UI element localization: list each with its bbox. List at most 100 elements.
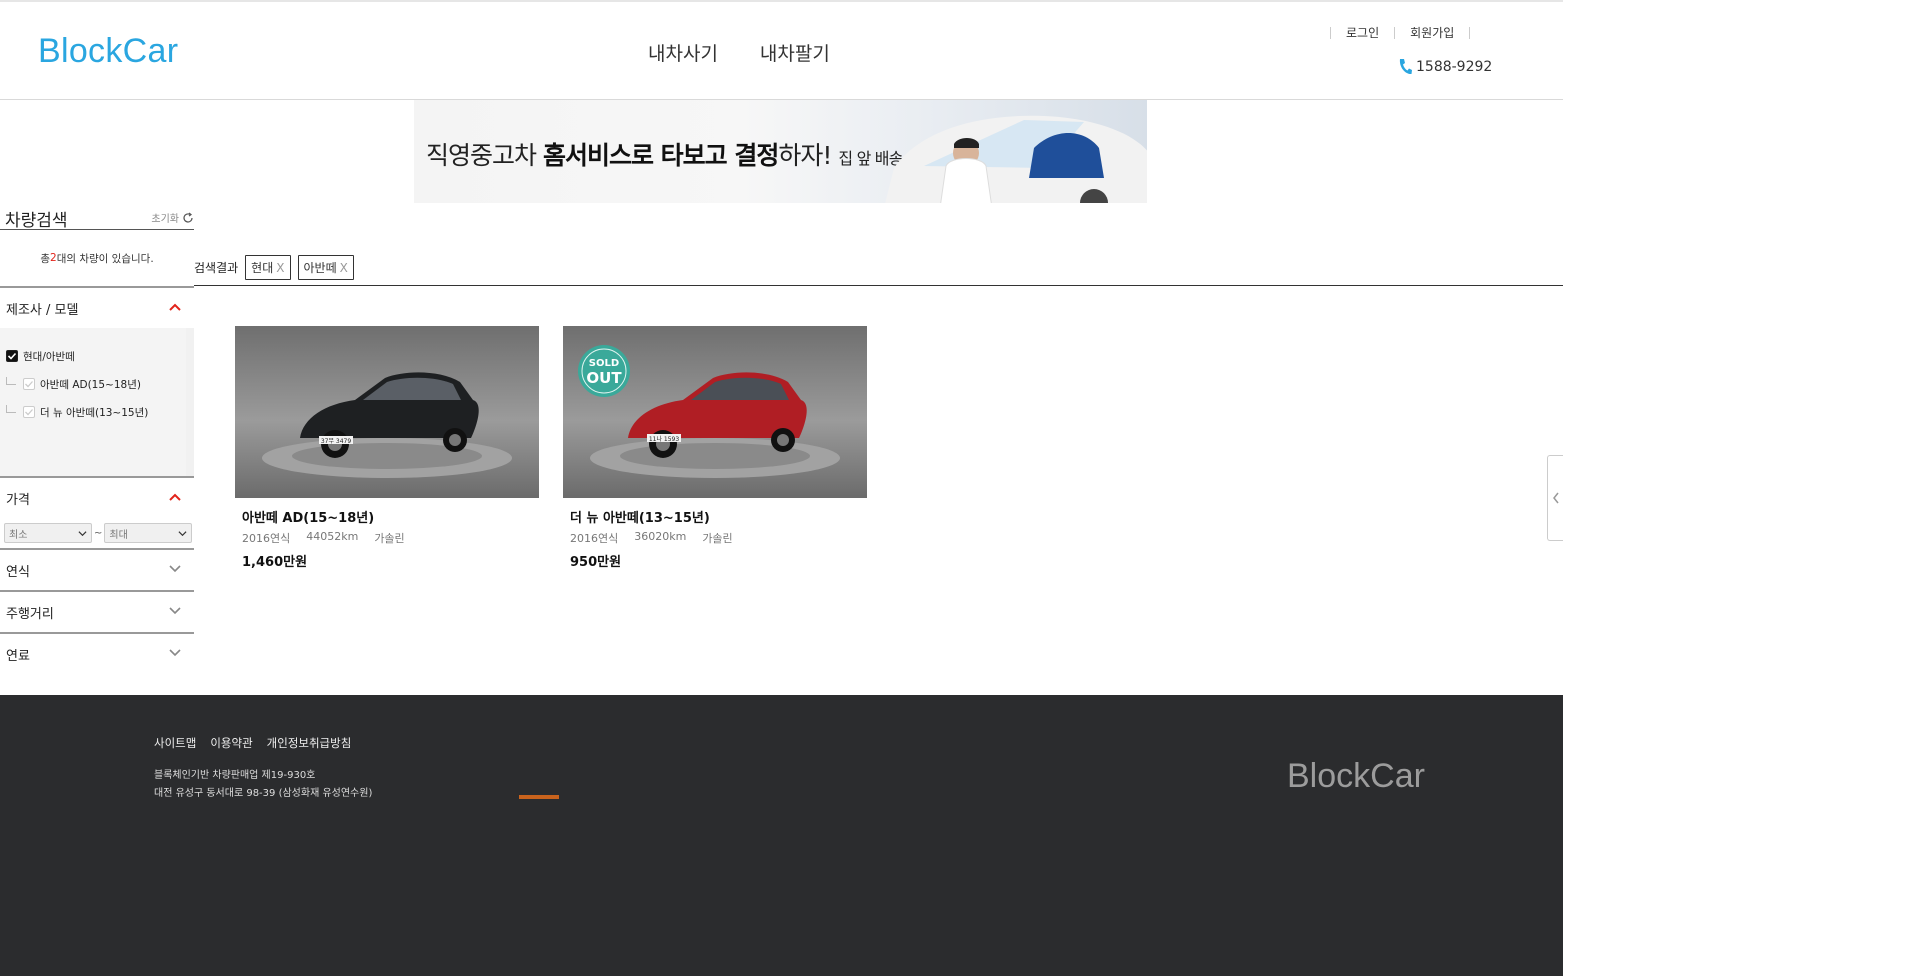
reset-label: 초기화 <box>151 214 179 225</box>
footer-accent-bar <box>519 795 559 799</box>
close-icon[interactable]: X <box>340 261 348 275</box>
section-price[interactable]: 가격 <box>0 478 194 518</box>
car-year: 2016연식 <box>242 532 291 545</box>
login-link[interactable]: 로그인 <box>1331 24 1394 41</box>
signup-link[interactable]: 회원가입 <box>1395 24 1469 41</box>
sold-out-badge: SOLD OUT <box>578 345 630 397</box>
car-image: 11나 1593 SOLD OUT <box>578 345 840 478</box>
sold-out-text: SOLD <box>589 358 619 369</box>
sidebar-title: 차량검색 <box>5 211 68 231</box>
chevron-up-icon <box>169 303 181 311</box>
header: BlockCar 내차사기 내차팔기 로그인 회원가입 1588-9292 <box>0 2 1563 100</box>
reset-button[interactable]: 초기화 <box>151 210 194 225</box>
chevron-down-icon <box>178 530 187 536</box>
section-label: 제조사 / 모델 <box>6 302 79 318</box>
chevron-down-icon <box>169 607 181 615</box>
car-photo: 11나 1593 SOLD OUT <box>563 326 867 498</box>
car-fuel: 가솔린 <box>702 532 733 545</box>
footer-link-privacy[interactable]: 개인정보취급방침 <box>267 735 352 751</box>
results-bar: 검색결과 현대 X 아반떼 X <box>194 250 1563 286</box>
footer-info-line: 대전 유성구 동서대로 98-39 (삼성화재 유성연수원) <box>154 788 373 799</box>
model-checkbox-row[interactable]: 현대/아반떼 <box>0 342 186 370</box>
footer: 사이트맵 이용약관 개인정보취급방침 블록체인기반 차량판매업 제19-930호… <box>0 695 1563 976</box>
checkbox-checked[interactable] <box>6 350 18 362</box>
car-year: 2016연식 <box>570 532 619 545</box>
close-icon[interactable]: X <box>276 261 284 275</box>
submodel-checkbox-row[interactable]: 더 뉴 아반떼(13~15년) <box>0 398 186 426</box>
count-prefix: 총 <box>40 252 51 265</box>
section-maker-model[interactable]: 제조사 / 모델 <box>0 288 194 328</box>
chevron-up-icon <box>169 493 181 501</box>
section-label: 연식 <box>6 564 30 580</box>
banner-text-part: 하자! <box>778 141 839 170</box>
footer-info-line: 블록체인기반 차량판매업 제19-930호 <box>154 770 316 781</box>
sold-out-text: OUT <box>586 369 622 387</box>
submodel-label: 더 뉴 아반떼(13~15년) <box>40 406 149 419</box>
section-label: 가격 <box>6 492 30 508</box>
nav-sell-car[interactable]: 내차팔기 <box>760 39 830 66</box>
license-plate: 11나 1593 <box>649 435 680 443</box>
count-number: 2 <box>50 252 57 264</box>
user-nav: 로그인 회원가입 <box>1330 24 1471 41</box>
select-value: 최소 <box>9 529 28 541</box>
check-icon <box>25 409 33 416</box>
footer-company-info: 블록체인기반 차량판매업 제19-930호 대전 유성구 동서대로 98-39 … <box>154 767 372 803</box>
filter-tag-hyundai[interactable]: 현대 X <box>245 255 291 280</box>
car-image: 37무 3479 <box>262 372 512 478</box>
results-label: 검색결과 <box>194 261 239 275</box>
sidebar-header: 차량검색 초기화 <box>0 203 194 231</box>
price-min-select[interactable]: 최소 <box>4 523 92 543</box>
side-panel-toggle[interactable] <box>1547 455 1563 541</box>
select-value: 최대 <box>109 529 128 541</box>
car-mileage: 36020km <box>634 530 687 543</box>
check-icon <box>25 381 33 388</box>
result-count: 총 2 대의 차량이 있습니다. <box>0 230 194 288</box>
price-max-select[interactable]: 최대 <box>104 523 193 543</box>
section-label: 주행거리 <box>6 606 54 622</box>
nav-buy-car[interactable]: 내차사기 <box>648 39 718 66</box>
section-mileage[interactable]: 주행거리 <box>0 592 194 632</box>
range-separator: ~ <box>94 527 103 539</box>
section-fuel[interactable]: 연료 <box>0 634 194 674</box>
checkbox-submodel[interactable] <box>23 378 35 390</box>
model-filter-box: 현대/아반떼 아반떼 AD(15~18년) 더 뉴 아반떼(13~15년) <box>0 328 194 476</box>
price-range: 최소 ~ 최대 <box>0 518 194 548</box>
car-price: 950만원 <box>570 555 622 570</box>
footer-links: 사이트맵 이용약관 개인정보취급방침 <box>154 735 351 751</box>
footer-link-sitemap[interactable]: 사이트맵 <box>154 735 196 751</box>
tag-label: 현대 <box>251 261 274 275</box>
banner-car-image <box>885 115 1147 203</box>
submodel-label: 아반떼 AD(15~18년) <box>40 378 141 391</box>
banner-text-part: 직영중고차 <box>426 141 543 170</box>
search-sidebar: 차량검색 초기화 총 2 대의 차량이 있습니다. 제조사 / 모델 현대/아반… <box>0 203 194 695</box>
user-nav-divider <box>1469 26 1471 39</box>
logo-link[interactable]: BlockCar <box>38 32 178 71</box>
car-card[interactable]: 11나 1593 SOLD OUT 더 뉴 아반떼(13~15년) 2016연식… <box>563 326 867 570</box>
car-card[interactable]: 37무 3479 아반떼 AD(15~18년) 2016연식 44052km 가… <box>235 326 539 570</box>
chevron-down-icon <box>169 565 181 573</box>
checkbox-submodel[interactable] <box>23 406 35 418</box>
model-label: 현대/아반떼 <box>23 350 75 363</box>
page: BlockCar 내차사기 내차팔기 로그인 회원가입 1588-9292 직영… <box>0 0 1563 976</box>
banner-text-strong: 홈서비스로 타보고 결정 <box>542 141 779 170</box>
count-suffix: 대의 차량이 있습니다. <box>56 252 154 265</box>
car-price: 1,460만원 <box>242 555 308 570</box>
promo-banner[interactable]: 직영중고차 홈서비스로 타보고 결정하자! 집 앞 배송, 3일 책임환불까지 <box>414 100 1147 203</box>
footer-logo: BlockCar <box>1287 757 1425 795</box>
filter-tag-avante[interactable]: 아반떼 X <box>297 255 354 280</box>
car-fuel: 가솔린 <box>374 532 405 545</box>
submodel-checkbox-row[interactable]: 아반떼 AD(15~18년) <box>0 370 186 398</box>
phone-contact: 1588-9292 <box>1398 58 1492 76</box>
section-year[interactable]: 연식 <box>0 550 194 590</box>
car-name: 아반떼 AD(15~18년) <box>242 511 375 526</box>
chevron-down-icon <box>169 649 181 657</box>
section-label: 연료 <box>6 648 30 664</box>
car-photo: 37무 3479 <box>235 326 539 498</box>
tag-label: 아반떼 <box>303 261 337 275</box>
phone-number: 1588-9292 <box>1416 59 1493 75</box>
footer-link-terms[interactable]: 이용약관 <box>210 735 252 751</box>
phone-icon <box>1399 59 1412 75</box>
chevron-left-icon <box>1552 492 1559 504</box>
car-meta: 2016연식 36020km 가솔린 <box>563 530 867 546</box>
refresh-icon <box>183 212 193 223</box>
